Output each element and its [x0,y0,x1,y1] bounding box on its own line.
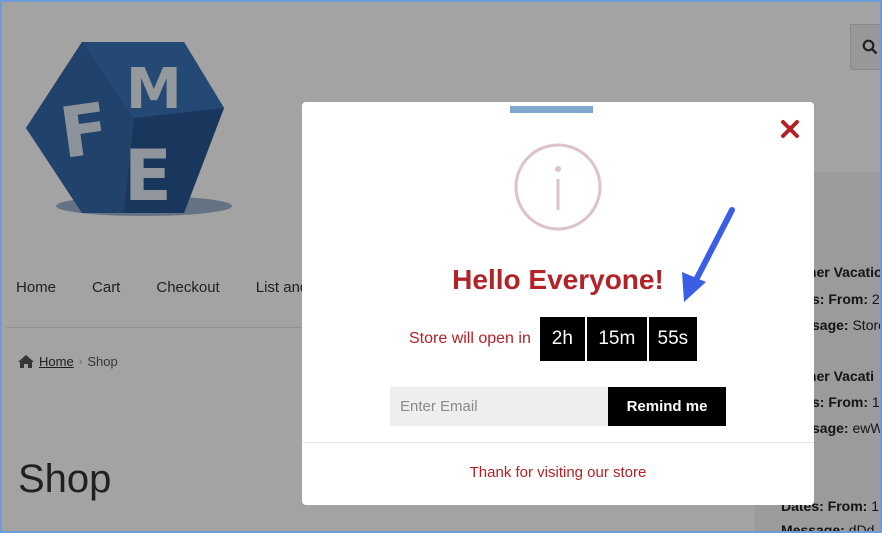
popup-top-bar [510,106,593,113]
browser-frame: F M E Home Cart Checkout List and Home ›… [0,0,882,533]
countdown-row: Store will open in 2h 15m 55s [409,317,699,361]
remind-me-button[interactable]: Remind me [608,387,726,426]
countdown-hours: 2h [539,317,585,361]
countdown-label: Store will open in [409,330,531,347]
countdown-minutes: 15m [586,317,647,361]
annotation-arrow-icon [682,207,735,302]
close-icon[interactable] [780,119,800,139]
countdown-seconds: 55s [648,317,697,361]
info-icon [514,143,602,231]
popup-divider [302,442,814,443]
email-input[interactable] [390,387,608,426]
popup-footer-text: Thank for visiting our store [469,464,647,481]
